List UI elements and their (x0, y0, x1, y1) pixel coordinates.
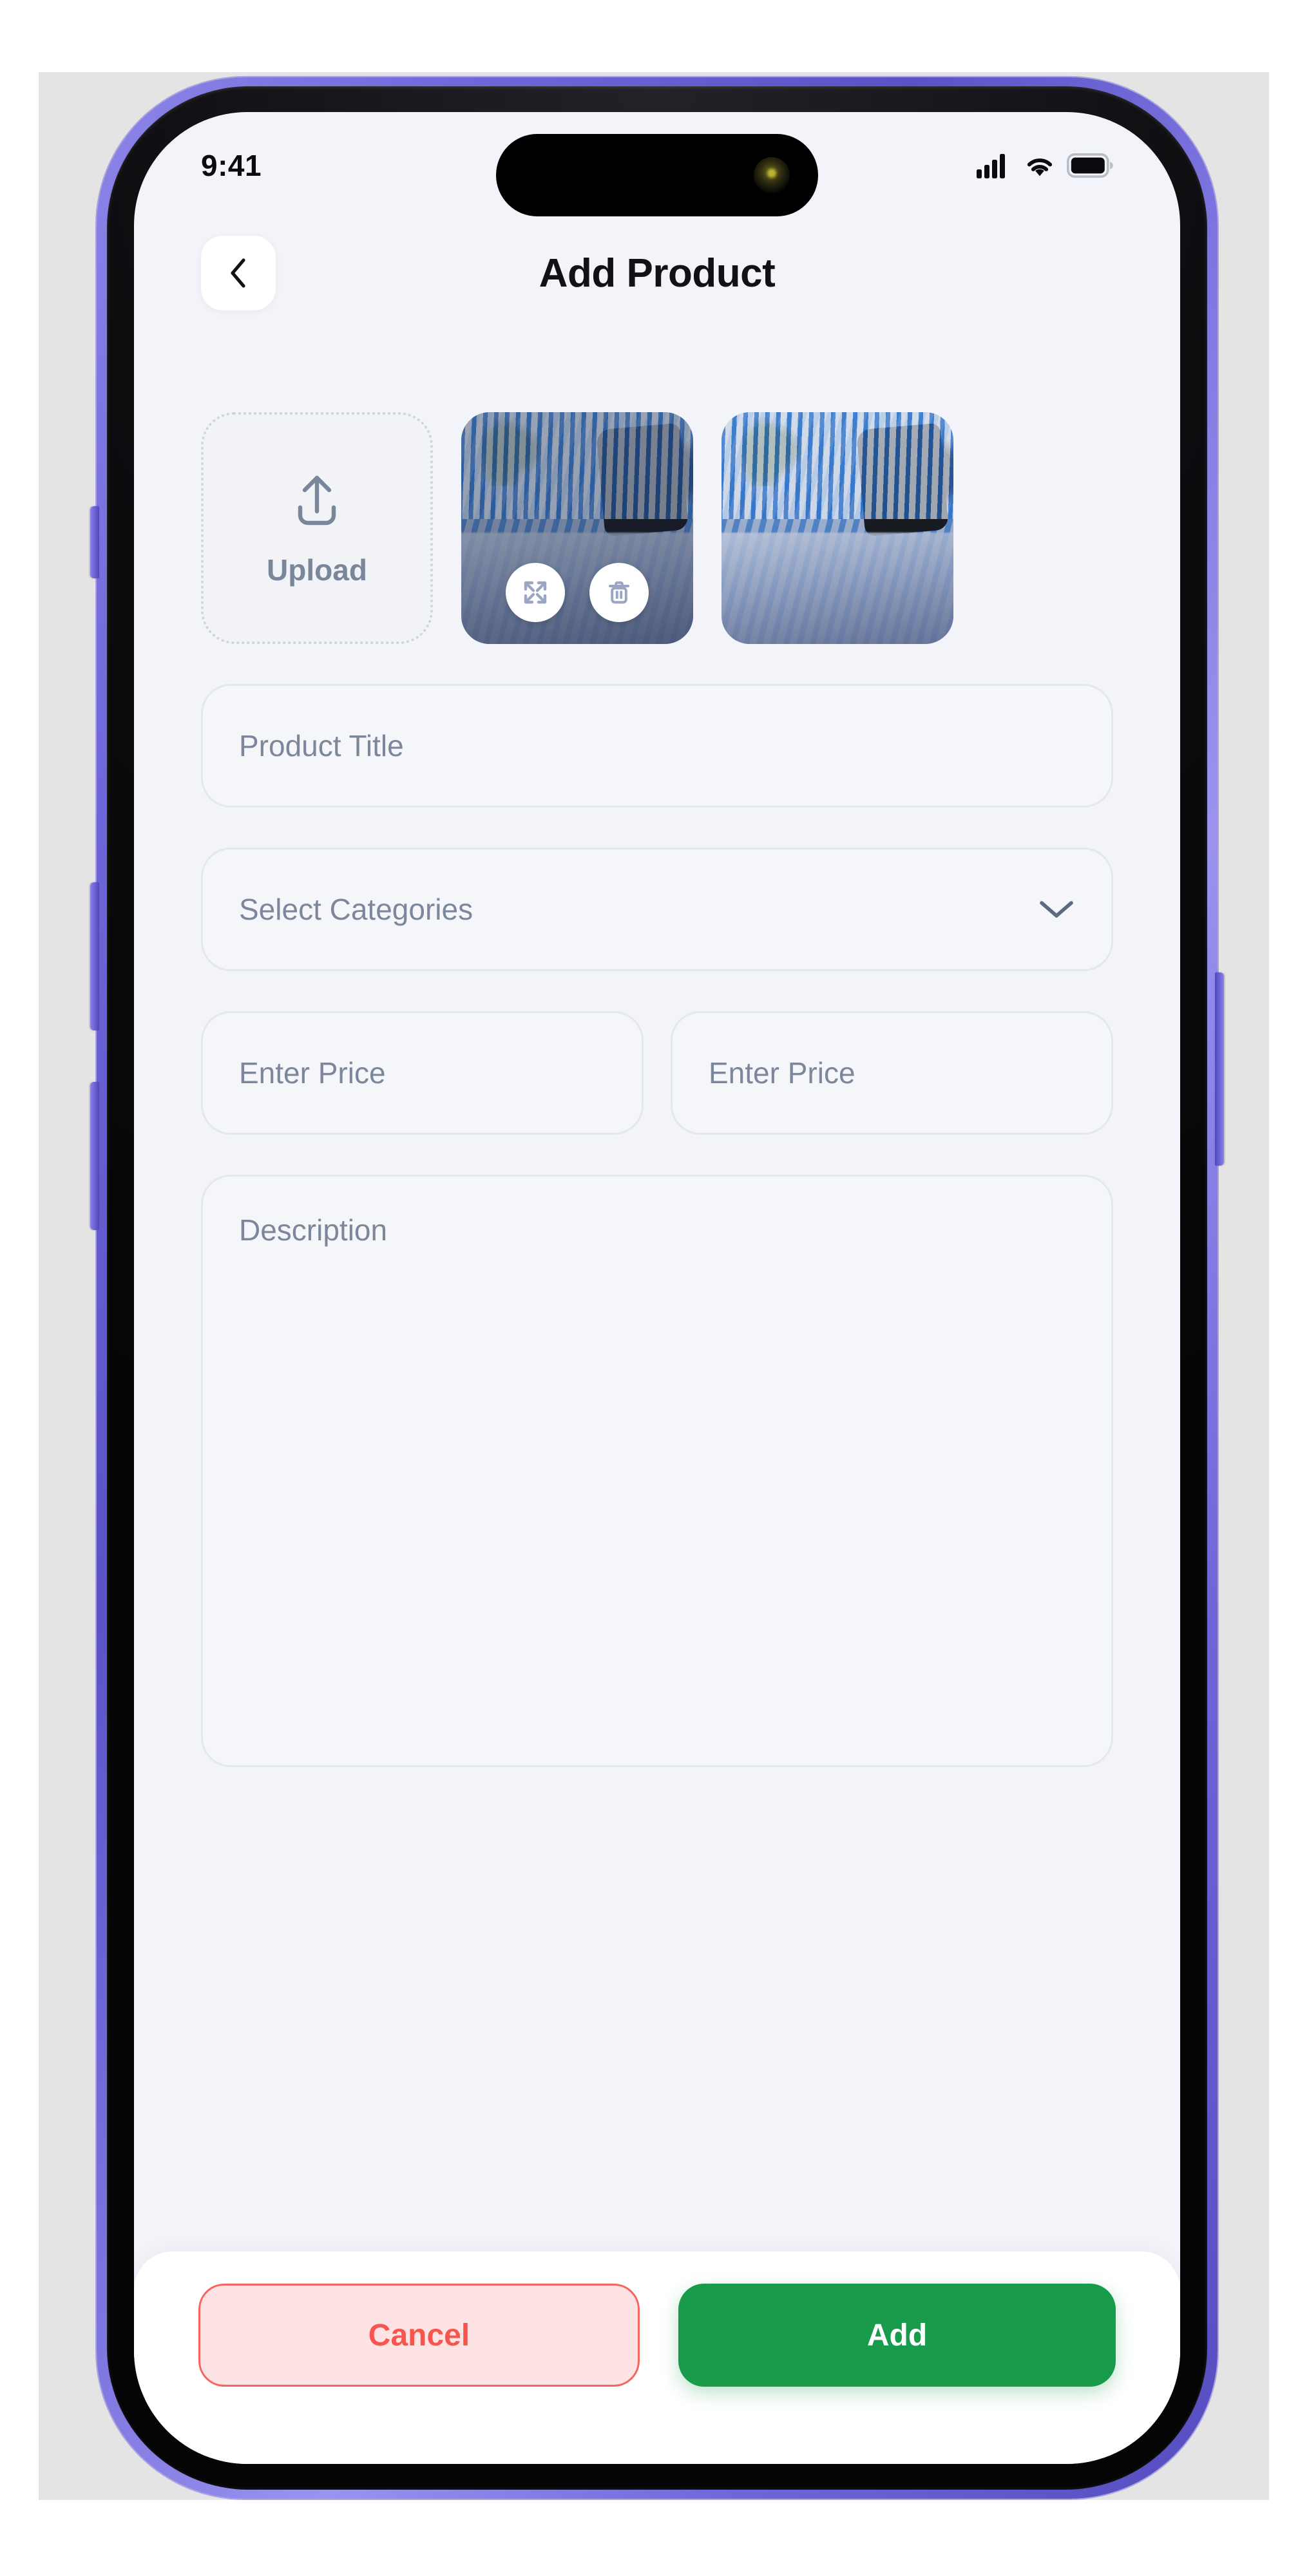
price-secondary-placeholder: Enter Price (709, 1056, 855, 1090)
product-title-input[interactable]: Product Title (201, 684, 1113, 808)
screenshot-stage: 9:41 Add Product Upload Product Title Se… (0, 0, 1309, 2576)
price-secondary-input[interactable]: Enter Price (671, 1011, 1113, 1135)
expand-icon (521, 578, 550, 607)
image-thumbnail-2[interactable] (721, 412, 953, 644)
product-title-placeholder: Product Title (239, 729, 404, 762)
description-placeholder: Description (239, 1213, 388, 1247)
bottom-action-bar: Cancel Add (134, 2251, 1180, 2464)
silent-switch-button[interactable] (90, 506, 99, 578)
price-primary-placeholder: Enter Price (239, 1056, 386, 1090)
status-bar-icons (977, 153, 1113, 178)
volume-down-button[interactable] (90, 1082, 99, 1230)
chevron-left-icon (224, 256, 253, 290)
page-title: Add Product (539, 251, 776, 296)
trash-icon (605, 578, 633, 607)
phone-screen: 9:41 Add Product Upload Product Title Se… (134, 112, 1180, 2464)
image-stripes (461, 412, 693, 519)
add-button[interactable]: Add (678, 2284, 1116, 2387)
front-camera-icon (754, 157, 790, 193)
battery-icon (1067, 153, 1113, 178)
phone-device-mockup: 9:41 Add Product Upload Product Title Se… (90, 77, 1224, 2499)
back-button[interactable] (201, 236, 276, 310)
dynamic-island (496, 134, 818, 216)
thumbnail-actions (461, 563, 693, 622)
upload-dropzone[interactable]: Upload (201, 412, 433, 644)
upload-icon (283, 469, 350, 536)
cancel-button[interactable]: Cancel (198, 2284, 640, 2387)
status-bar-clock: 9:41 (201, 149, 262, 182)
wifi-icon (1023, 153, 1056, 178)
app-header: Add Product (134, 209, 1180, 337)
image-sheet (721, 533, 953, 644)
media-row: Upload (201, 412, 1113, 644)
price-row: Enter Price Enter Price (201, 971, 1113, 1135)
expand-image-button[interactable] (506, 563, 565, 622)
description-textarea[interactable]: Description (201, 1175, 1113, 1767)
categories-select[interactable]: Select Categories (201, 848, 1113, 971)
delete-image-button[interactable] (589, 563, 649, 622)
form-content: Upload Product Title Select Categories E… (134, 337, 1180, 2251)
image-thumbnail-1[interactable] (461, 412, 693, 644)
categories-placeholder: Select Categories (239, 893, 473, 926)
chevron-down-icon (1038, 898, 1075, 921)
product-image (721, 412, 953, 644)
image-stripes (721, 412, 953, 519)
power-button[interactable] (1215, 972, 1224, 1166)
price-primary-input[interactable]: Enter Price (201, 1011, 644, 1135)
volume-up-button[interactable] (90, 882, 99, 1030)
upload-label: Upload (267, 553, 367, 587)
cellular-signal-icon (977, 153, 1013, 178)
image-foliage (479, 417, 526, 487)
image-pillow (596, 422, 689, 536)
